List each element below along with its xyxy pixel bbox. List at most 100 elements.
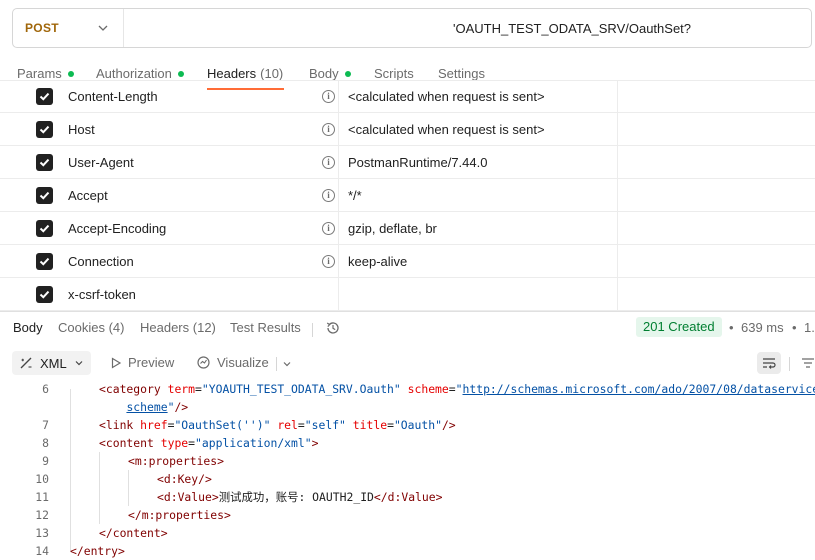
code-line: 13 </content> [0,524,815,542]
separator-dot: • [792,320,797,335]
check-icon [39,92,50,101]
header-value[interactable]: <calculated when request is sent> [348,122,545,137]
tab-authorization[interactable]: Authorization [96,66,184,81]
play-icon [111,356,122,369]
header-key[interactable]: Connection [68,254,134,269]
table-row: Host i <calculated when request is sent> [0,113,815,146]
response-tabs: Body Cookies (4) Headers (12) Test Resul… [0,317,815,342]
line-number: 7 [42,418,49,432]
response-body-viewer[interactable]: 6 <category term="YOAUTH_TEST_ODATA_SRV.O… [0,380,815,560]
tab-headers[interactable]: Headers (10) [207,66,283,81]
code-text: </content> [99,526,168,540]
response-time[interactable]: 639 ms [741,320,784,335]
divider [789,357,790,371]
tab-label: Headers [140,320,190,335]
response-toolbar: XML Preview Visualize [0,351,815,377]
filter-icon[interactable] [801,356,815,370]
header-key[interactable]: Accept-Encoding [68,221,166,236]
info-icon[interactable]: i [322,90,335,103]
tab-scripts[interactable]: Scripts [374,66,414,81]
header-value[interactable]: gzip, deflate, br [348,221,437,236]
method-selector[interactable]: POST [13,9,124,47]
tab-count: (4) [108,320,125,335]
xml-format-icon [20,357,32,368]
header-key[interactable]: Content-Length [68,89,158,104]
headers-table: Content-Length i <calculated when reques… [0,80,815,311]
line-number: 12 [35,508,49,522]
wrap-lines-icon [763,358,776,369]
status-dot [67,70,74,77]
header-checkbox[interactable] [36,187,53,204]
tab-response-body[interactable]: Body [13,320,43,335]
check-icon [39,125,50,134]
tab-test-results[interactable]: Test Results [230,320,301,335]
tab-label: Headers [207,66,257,81]
tab-response-headers[interactable]: Headers (12) [140,320,216,335]
history-icon[interactable] [325,320,341,336]
header-checkbox[interactable] [36,253,53,270]
divider [312,323,313,337]
header-key[interactable]: x-csrf-token [68,287,136,302]
check-icon [39,158,50,167]
info-icon[interactable]: i [322,222,335,235]
preview-label: Preview [128,355,175,370]
table-row: Accept-Encoding i gzip, deflate, br [0,212,815,245]
wrap-lines-button[interactable] [757,352,781,374]
tab-label: Settings [438,66,485,81]
header-key[interactable]: User-Agent [68,155,134,170]
header-key[interactable]: Accept [68,188,108,203]
format-label: XML [40,355,67,371]
check-icon [39,257,50,266]
code-text: </m:properties> [128,508,231,522]
check-icon [39,191,50,200]
tab-body[interactable]: Body [309,66,351,81]
info-icon[interactable]: i [322,123,335,136]
line-number: 9 [42,454,49,468]
visualize-label: Visualize [217,355,269,370]
preview-button[interactable]: Preview [110,355,174,370]
chevron-down-icon [98,25,108,31]
tab-label: Cookies [58,320,105,335]
header-checkbox[interactable] [36,121,53,138]
code-text: </entry> [70,544,125,558]
request-url-bar: POST 'OAUTH_TEST_ODATA_SRV/OauthSet? [12,8,812,48]
tab-params[interactable]: Params [17,66,74,81]
separator-dot: • [729,320,734,335]
format-selector[interactable]: XML [12,351,91,375]
chevron-down-icon [75,361,83,366]
info-icon[interactable]: i [322,255,335,268]
info-icon[interactable]: i [322,189,335,202]
status-badge[interactable]: 201 Created [636,317,722,337]
check-icon [39,224,50,233]
header-value[interactable]: <calculated when request is sent> [348,89,545,104]
line-number: 11 [35,490,49,504]
code-text: <content type="application/xml"> [99,436,319,450]
chevron-down-icon[interactable] [282,359,292,369]
divider [0,311,815,312]
tab-label: Body [309,66,339,81]
check-icon [39,290,50,299]
header-value[interactable]: keep-alive [348,254,407,269]
header-checkbox[interactable] [36,88,53,105]
tab-label: Params [17,66,62,81]
header-key[interactable]: Host [68,122,95,137]
tab-settings[interactable]: Settings [438,66,485,81]
table-row: Connection i keep-alive [0,245,815,278]
header-value[interactable]: */* [348,188,362,203]
visualize-button[interactable]: Visualize [196,355,269,370]
status-dot [344,70,351,77]
code-text: <link href="OauthSet('')" rel="self" tit… [99,418,456,432]
tab-response-cookies[interactable]: Cookies (4) [58,320,124,335]
tab-label: Scripts [374,66,414,81]
tab-count: (12) [192,320,216,335]
table-row: Content-Length i <calculated when reques… [0,81,815,113]
response-size[interactable]: 1. [804,320,815,335]
tab-label: Authorization [96,66,172,81]
url-input[interactable]: 'OAUTH_TEST_ODATA_SRV/OauthSet? [453,21,691,36]
header-value[interactable]: PostmanRuntime/7.44.0 [348,155,487,170]
header-checkbox[interactable] [36,286,53,303]
code-line: scheme"/> [0,398,815,416]
info-icon[interactable]: i [322,156,335,169]
header-checkbox[interactable] [36,154,53,171]
header-checkbox[interactable] [36,220,53,237]
